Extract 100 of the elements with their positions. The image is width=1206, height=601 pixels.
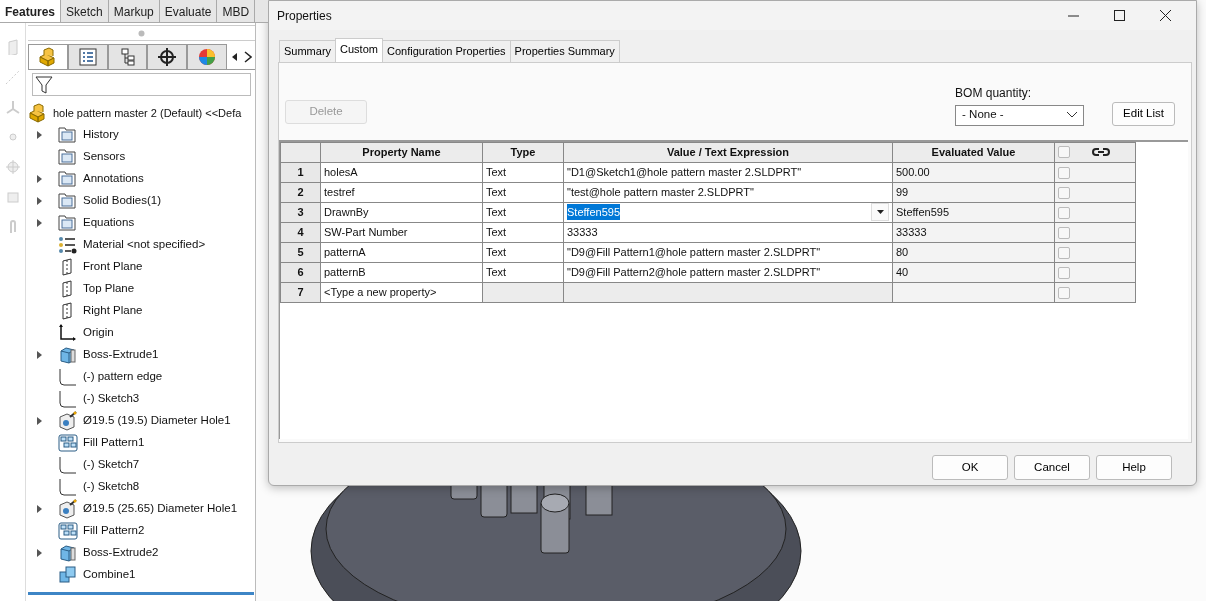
- dialog-tab[interactable]: Summary: [279, 40, 337, 62]
- sketch-icon: [58, 367, 78, 387]
- table-cell: patternA: [320, 242, 483, 262]
- dialog-button[interactable]: OK: [932, 454, 1008, 480]
- panel-tab[interactable]: [107, 44, 148, 69]
- tree-item[interactable]: Ø19.5 (19.5) Diameter Hole1: [83, 412, 231, 430]
- edit-list-button[interactable]: Edit List: [1112, 102, 1175, 126]
- panel-tab[interactable]: [147, 44, 188, 69]
- tree-item[interactable]: Sensors: [83, 148, 126, 166]
- tree-item[interactable]: Equations: [83, 214, 135, 232]
- expand-arrow-icon[interactable]: [36, 417, 42, 425]
- column-header: Value / Text Expression: [563, 142, 893, 162]
- fill-pattern-icon: [58, 521, 78, 541]
- tree-item[interactable]: Boss-Extrude2: [83, 544, 159, 562]
- row-number: 4: [280, 222, 321, 242]
- expand-arrow-icon[interactable]: [36, 175, 42, 183]
- folder-icon: [58, 191, 78, 211]
- expand-arrow-icon[interactable]: [36, 131, 42, 139]
- table-cell: "test@hole pattern master 2.SLDPRT": [563, 182, 893, 202]
- dialog-button[interactable]: Help: [1096, 454, 1172, 480]
- tree-item[interactable]: Material <not specified>: [83, 236, 206, 254]
- table-cell: Text: [482, 222, 564, 242]
- corner-header-cell: [280, 142, 321, 162]
- bom-quantity-label: BOM quantity:: [955, 84, 1033, 102]
- row-number: 1: [280, 162, 321, 182]
- filter-field[interactable]: [32, 73, 251, 96]
- dialog-tab[interactable]: Properties Summary: [509, 40, 620, 62]
- extrude-icon: [58, 345, 78, 365]
- bom-quantity-dropdown[interactable]: - None -: [955, 104, 1085, 126]
- row-number: 3: [280, 202, 321, 222]
- table-cell: patternB: [320, 262, 483, 282]
- crosshair-icon: [4, 159, 21, 175]
- expand-arrow-icon[interactable]: [36, 549, 42, 557]
- hole-wizard-icon: [58, 499, 78, 519]
- table-cell: "D9@Fill Pattern2@hole pattern master 2.SLDPRT": [563, 262, 893, 282]
- chevron-down-icon: [1067, 112, 1078, 118]
- material-list-icon: [58, 235, 78, 255]
- tree-item[interactable]: Front Plane: [83, 258, 143, 276]
- axes-icon: [4, 99, 21, 115]
- tree-item[interactable]: Right Plane: [83, 302, 143, 320]
- tree-item[interactable]: Annotations: [83, 170, 144, 188]
- dashed-line-icon: [4, 69, 21, 85]
- tree-item[interactable]: (-) Sketch7: [83, 456, 140, 474]
- column-header: Type: [482, 142, 564, 162]
- tree-item[interactable]: Origin: [83, 324, 114, 342]
- row-checkbox[interactable]: [1058, 226, 1070, 239]
- folder-icon: [58, 169, 78, 189]
- sketch-icon: [58, 477, 78, 497]
- tree-root-label[interactable]: hole pattern master 2 (Default) <<Defa: [53, 104, 242, 122]
- row-checkbox[interactable]: [1058, 266, 1070, 279]
- expand-arrow-icon[interactable]: [36, 505, 42, 513]
- combine-icon: [58, 565, 78, 585]
- crosshair-icon: [157, 47, 178, 67]
- row-number: 2: [280, 182, 321, 202]
- table-cell: Text: [482, 262, 564, 282]
- expand-arrow-icon[interactable]: [36, 351, 42, 359]
- table-cell: holesA: [320, 162, 483, 182]
- sketch-icon: [58, 455, 78, 475]
- dialog-button[interactable]: Cancel: [1014, 454, 1090, 480]
- tree-item[interactable]: Boss-Extrude1: [83, 346, 159, 364]
- tree-item[interactable]: Fill Pattern1: [83, 434, 145, 452]
- tree-item[interactable]: Top Plane: [83, 280, 135, 298]
- table-cell: "D9@Fill Pattern1@hole pattern master 2.SLDPRT": [563, 242, 893, 262]
- table-cell[interactable]: <Type a new property>: [320, 282, 483, 302]
- tree-item[interactable]: (-) Sketch8: [83, 478, 140, 496]
- tree-item[interactable]: Ø19.5 (25.65) Diameter Hole1: [83, 500, 238, 518]
- table-cell: 33333: [563, 222, 893, 242]
- row-checkbox[interactable]: [1058, 166, 1070, 179]
- tree-item[interactable]: Fill Pattern2: [83, 522, 145, 540]
- table-cell: "D1@Sketch1@hole pattern master 2.SLDPRT": [563, 162, 893, 182]
- part-icon: [37, 47, 58, 67]
- left-arrow-icon: [231, 52, 238, 61]
- close-icon: [1159, 10, 1171, 21]
- tree-item[interactable]: Solid Bodies(1): [83, 192, 161, 210]
- part-icon: [28, 103, 48, 123]
- row-checkbox[interactable]: [1058, 186, 1070, 199]
- grip-handle-icon[interactable]: [138, 29, 145, 37]
- table-cell: Text: [482, 182, 564, 202]
- link-icon: [1092, 147, 1110, 157]
- folder-icon: [58, 213, 78, 233]
- dialog-tab[interactable]: Custom: [335, 38, 383, 62]
- hole-wizard-icon: [58, 411, 78, 431]
- expand-arrow-icon[interactable]: [36, 219, 42, 227]
- tree-item[interactable]: History: [83, 126, 119, 144]
- table-cell: Text: [482, 202, 564, 222]
- row-number: 6: [280, 262, 321, 282]
- expand-arrow-icon[interactable]: [36, 197, 42, 205]
- property-list-icon: [77, 47, 98, 67]
- row-checkbox[interactable]: [1058, 246, 1070, 259]
- tree-item[interactable]: (-) pattern edge: [83, 368, 163, 386]
- tree-item[interactable]: Combine1: [83, 566, 136, 584]
- origin-axes-icon: [58, 323, 78, 343]
- row-checkbox[interactable]: [1058, 206, 1070, 219]
- tree-item[interactable]: (-) Sketch3: [83, 390, 140, 408]
- header-checkbox[interactable]: [1058, 146, 1070, 158]
- row-checkbox[interactable]: [1058, 286, 1070, 299]
- row-number: 5: [280, 242, 321, 262]
- table-cell: SW-Part Number: [320, 222, 483, 242]
- table-cell: testref: [320, 182, 483, 202]
- command-tab[interactable]: Features: [0, 0, 62, 22]
